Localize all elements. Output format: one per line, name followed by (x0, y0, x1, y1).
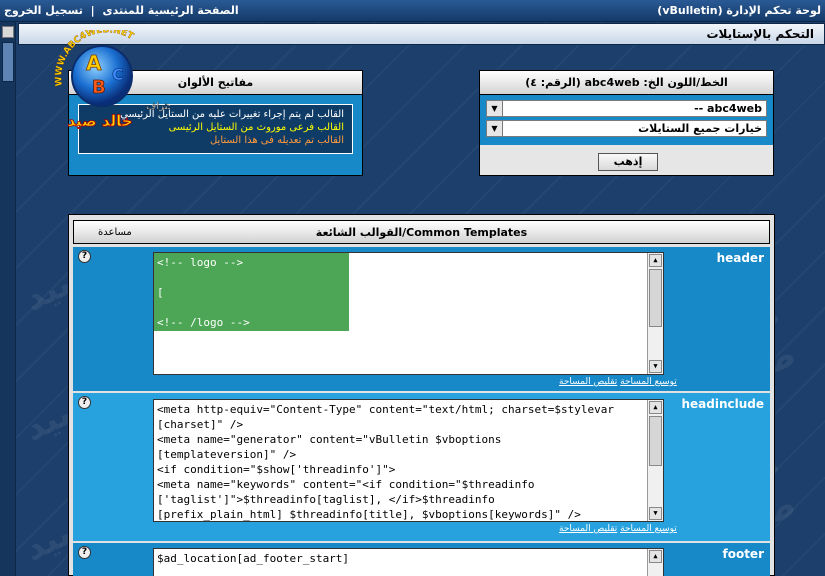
help-link[interactable]: مساعدة (98, 227, 132, 238)
logo-signature: خالد صيد (67, 112, 132, 130)
template-row-header: ? header <!-- logo --> [ <!-- /logo --> … (73, 247, 770, 391)
scroll-down-icon[interactable]: ▼ (649, 507, 662, 520)
template-row-footer: ? footer $ad_location[ad_footer_start] ▲ (73, 543, 770, 576)
logo-letter-b: B (92, 77, 106, 98)
style-chooser-panel: الخط/اللون الخ: abc4web (الرقم: ٤) ▼ abc… (479, 70, 774, 176)
editor-scrollbar[interactable]: ▲ ▼ (647, 400, 663, 521)
scroll-up-icon[interactable] (2, 26, 14, 38)
template-name: headinclude (681, 397, 764, 411)
shrink-area-link[interactable]: تقليص المساحة (559, 377, 617, 387)
site-logo: WWW.ABC4WEB.NET A B C الطريق الى الإحترا… (40, 25, 234, 130)
style-select-value: abc4web -- (694, 102, 762, 115)
template-code: <meta http-equiv="Content-Type" content=… (157, 403, 614, 521)
scroll-up-icon[interactable]: ▲ (649, 254, 662, 267)
globe-logo-icon: WWW.ABC4WEB.NET A B C الطريق الى الإحترا… (54, 25, 234, 130)
template-row-headinclude: ? headinclude <meta http-equiv="Content-… (73, 393, 770, 541)
frame-scrollbar[interactable] (0, 22, 16, 576)
style-options-value: خيارات جميع الستايلات (638, 122, 762, 135)
logo-letter-a: A (86, 51, 102, 75)
chevron-down-icon[interactable]: ▼ (487, 121, 503, 136)
template-editor-header[interactable]: <!-- logo --> [ <!-- /logo --> <!-- cont… (153, 252, 664, 375)
scroll-thumb[interactable] (2, 42, 14, 82)
template-code: $ad_location[ad_footer_start] (157, 552, 350, 565)
logo-slogan: الطريق الى الإحتراف (146, 101, 170, 112)
shrink-area-link[interactable]: تقليص المساحة (559, 524, 617, 534)
editor-scrollbar[interactable]: ▲ ▼ (647, 253, 663, 374)
legend-customized: القالب تم تعديله فى هذا الستايل (209, 135, 344, 146)
expand-area-link[interactable]: توسيع المساحة (620, 377, 677, 387)
top-links: الصفحة الرئيسية للمنتدى | تسجيل الخروج (4, 4, 239, 17)
scroll-up-icon[interactable]: ▲ (649, 401, 662, 414)
template-name: footer (722, 547, 764, 561)
logo-letter-c: C (112, 65, 124, 84)
template-code: <!-- logo --> [ <!-- /logo --> <!-- cont… (157, 256, 303, 374)
top-bar: لوحة تحكم الإدارة (vBulletin) الصفحة الر… (0, 0, 825, 22)
resize-links: توسيع المساحة تقليص المساحة (559, 524, 677, 534)
editor-scrollbar[interactable]: ▲ (647, 549, 663, 576)
style-chooser-heading: الخط/اللون الخ: abc4web (الرقم: ٤) (480, 71, 773, 95)
expand-area-link[interactable]: توسيع المساحة (620, 524, 677, 534)
scroll-up-icon[interactable]: ▲ (649, 550, 662, 563)
template-editor-headinclude[interactable]: <meta http-equiv="Content-Type" content=… (153, 399, 664, 522)
control-panel-title: لوحة تحكم الإدارة (vBulletin) (657, 4, 821, 17)
help-icon[interactable]: ? (78, 250, 91, 263)
scroll-thumb[interactable] (649, 269, 662, 327)
templates-heading-bar: Common Templates/القوالب الشائعة مساعدة (73, 220, 770, 244)
logout-link[interactable]: تسجيل الخروج (4, 4, 83, 17)
templates-heading: Common Templates/القوالب الشائعة (315, 226, 528, 239)
style-select[interactable]: ▼ abc4web -- (486, 100, 767, 117)
go-button[interactable]: إذهب (598, 153, 658, 171)
help-icon[interactable]: ? (78, 546, 91, 559)
help-icon[interactable]: ? (78, 396, 91, 409)
chevron-down-icon[interactable]: ▼ (487, 101, 503, 116)
style-chooser-body: ▼ abc4web -- ▼ خيارات جميع الستايلات (480, 95, 773, 145)
style-options-select[interactable]: ▼ خيارات جميع الستايلات (486, 120, 767, 137)
resize-links: توسيع المساحة تقليص المساحة (559, 377, 677, 387)
link-separator: | (90, 4, 95, 17)
scroll-down-icon[interactable]: ▼ (649, 360, 662, 373)
common-templates-panel: Common Templates/القوالب الشائعة مساعدة … (68, 214, 775, 576)
forum-home-link[interactable]: الصفحة الرئيسية للمنتدى (103, 4, 239, 17)
scroll-thumb[interactable] (649, 416, 662, 466)
template-editor-footer[interactable]: $ad_location[ad_footer_start] ▲ (153, 548, 664, 576)
template-name: header (716, 251, 764, 265)
